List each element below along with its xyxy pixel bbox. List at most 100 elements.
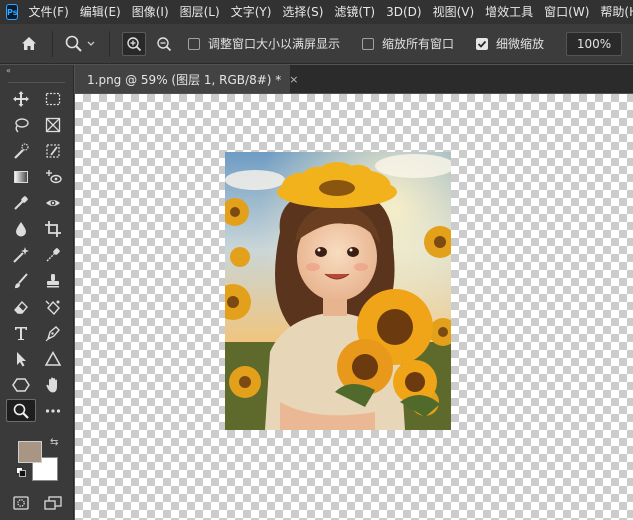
crop-icon xyxy=(45,220,61,237)
marquee-tool[interactable] xyxy=(38,87,68,110)
menu-plugins[interactable]: 增效工具 xyxy=(485,0,533,24)
slice-tool[interactable] xyxy=(38,139,68,162)
home-icon xyxy=(22,37,36,50)
menu-select[interactable]: 选择(S) xyxy=(282,0,323,24)
eyedropper-alt-tool[interactable] xyxy=(38,243,68,266)
type-icon xyxy=(15,326,27,340)
tool-grid xyxy=(0,87,73,422)
zoom-percentage-field[interactable]: 100% xyxy=(566,31,623,56)
magic-wand-tool[interactable] xyxy=(6,243,36,266)
checkmark-icon xyxy=(477,40,487,48)
background-eraser-icon xyxy=(45,300,60,315)
menu-file[interactable]: 文件(F) xyxy=(28,0,68,24)
menu-items: 文件(F) 编辑(E) 图像(I) 图层(L) 文字(Y) 选择(S) 滤镜(T… xyxy=(28,0,633,24)
resize-windows-option[interactable]: 调整窗口大小以满屏显示 xyxy=(188,35,340,52)
document-tab[interactable]: 1.png @ 59% (图层 1, RGB/8#) * × xyxy=(75,65,298,93)
scrubby-zoom-label: 细微缩放 xyxy=(496,37,545,51)
magic-wand-icon xyxy=(13,246,29,263)
frame-tool[interactable] xyxy=(38,113,68,136)
quick-select-icon xyxy=(14,142,29,159)
scrubby-zoom-option[interactable]: 细微缩放 xyxy=(476,35,544,52)
blur-icon xyxy=(16,221,26,236)
red-eye-tool[interactable] xyxy=(38,191,68,214)
screen-mode-icon xyxy=(44,495,62,510)
document-tab-bar: 1.png @ 59% (图层 1, RGB/8#) * × xyxy=(75,65,633,93)
zoom-all-windows-checkbox[interactable] xyxy=(362,37,375,50)
swap-colors-icon[interactable]: ⇆ xyxy=(50,437,58,448)
move-tool[interactable] xyxy=(6,87,36,110)
options-bar: 调整窗口大小以满屏显示 缩放所有窗口 细微缩放 100% xyxy=(0,24,633,64)
content-aware-move-tool[interactable] xyxy=(38,165,68,188)
panel-grip[interactable] xyxy=(8,77,65,83)
menu-3d[interactable]: 3D(D) xyxy=(386,0,421,24)
default-colors-icon[interactable] xyxy=(16,467,26,477)
menu-layer[interactable]: 图层(L) xyxy=(180,0,220,24)
menu-image[interactable]: 图像(I) xyxy=(132,0,169,24)
brush-tool[interactable] xyxy=(6,269,36,292)
scrubby-zoom-checkbox[interactable] xyxy=(476,37,489,50)
gradient-icon xyxy=(14,170,28,183)
crop-tool[interactable] xyxy=(38,217,68,240)
quick-mask-icon xyxy=(13,495,29,510)
content-aware-move-icon xyxy=(46,169,62,183)
zoom-tool[interactable] xyxy=(6,399,36,422)
menu-filter[interactable]: 滤镜(T) xyxy=(334,0,375,24)
zoom-out-button[interactable] xyxy=(152,32,176,56)
sunflower-girl-artwork xyxy=(225,152,451,430)
move-icon xyxy=(13,90,29,107)
polygon-icon xyxy=(12,377,30,392)
tools-panel: « ⇆ xyxy=(0,65,74,520)
menu-help[interactable]: 帮助(H) xyxy=(600,0,633,24)
zoom-tool-preset-icon xyxy=(65,35,95,52)
lasso-tool[interactable] xyxy=(6,113,36,136)
triangle-icon xyxy=(44,350,62,366)
home-button[interactable] xyxy=(14,30,44,58)
polygon-tool[interactable] xyxy=(6,373,36,396)
menu-type[interactable]: 文字(Y) xyxy=(231,0,272,24)
tool-preset-dropdown[interactable] xyxy=(61,30,101,58)
blur-tool[interactable] xyxy=(6,217,36,240)
stamp-icon xyxy=(47,273,59,287)
slice-icon xyxy=(46,143,60,158)
hand-tool[interactable] xyxy=(38,373,68,396)
menu-window[interactable]: 窗口(W) xyxy=(544,0,589,24)
menu-view[interactable]: 视图(V) xyxy=(433,0,475,24)
eyedropper-icon xyxy=(14,195,28,210)
hand-icon xyxy=(46,377,57,392)
separator xyxy=(109,30,110,57)
lasso-icon xyxy=(15,117,29,132)
zoom-in-button[interactable] xyxy=(122,31,146,56)
resize-windows-checkbox[interactable] xyxy=(188,37,200,50)
zoom-all-windows-option[interactable]: 缩放所有窗口 xyxy=(362,35,454,52)
pen-icon xyxy=(45,325,60,341)
background-eraser-tool[interactable] xyxy=(38,295,68,318)
zoom-all-windows-label: 缩放所有窗口 xyxy=(382,37,455,51)
foreground-color-swatch[interactable] xyxy=(18,441,42,463)
pen-tool[interactable] xyxy=(38,321,68,344)
eyedropper-alt-icon xyxy=(46,247,60,261)
eyedropper-tool[interactable] xyxy=(6,191,36,214)
menu-edit[interactable]: 编辑(E) xyxy=(80,0,121,24)
path-selection-tool[interactable] xyxy=(6,347,36,370)
quick-select-tool[interactable] xyxy=(6,139,36,162)
quick-mask-button[interactable] xyxy=(6,491,36,514)
more-icon xyxy=(45,408,61,413)
collapse-panel-button[interactable]: « xyxy=(0,65,73,77)
more-tools-button[interactable] xyxy=(38,399,68,422)
gradient-tool[interactable] xyxy=(6,165,36,188)
color-swatches: ⇆ xyxy=(16,437,64,483)
canvas-area[interactable] xyxy=(75,94,633,520)
close-icon[interactable]: × xyxy=(289,73,298,86)
resize-windows-label: 调整窗口大小以满屏显示 xyxy=(208,37,341,51)
eraser-icon xyxy=(14,300,28,314)
stamp-tool[interactable] xyxy=(38,269,68,292)
triangle-tool[interactable] xyxy=(38,347,68,370)
zoom-icon xyxy=(13,403,29,419)
eraser-tool[interactable] xyxy=(6,295,36,318)
screen-mode-button[interactable] xyxy=(38,491,68,514)
type-tool[interactable] xyxy=(6,321,36,344)
brush-icon xyxy=(15,272,28,288)
photoshop-logo: Ps xyxy=(6,4,19,20)
separator xyxy=(52,30,53,57)
zoom-out-icon xyxy=(157,36,172,51)
